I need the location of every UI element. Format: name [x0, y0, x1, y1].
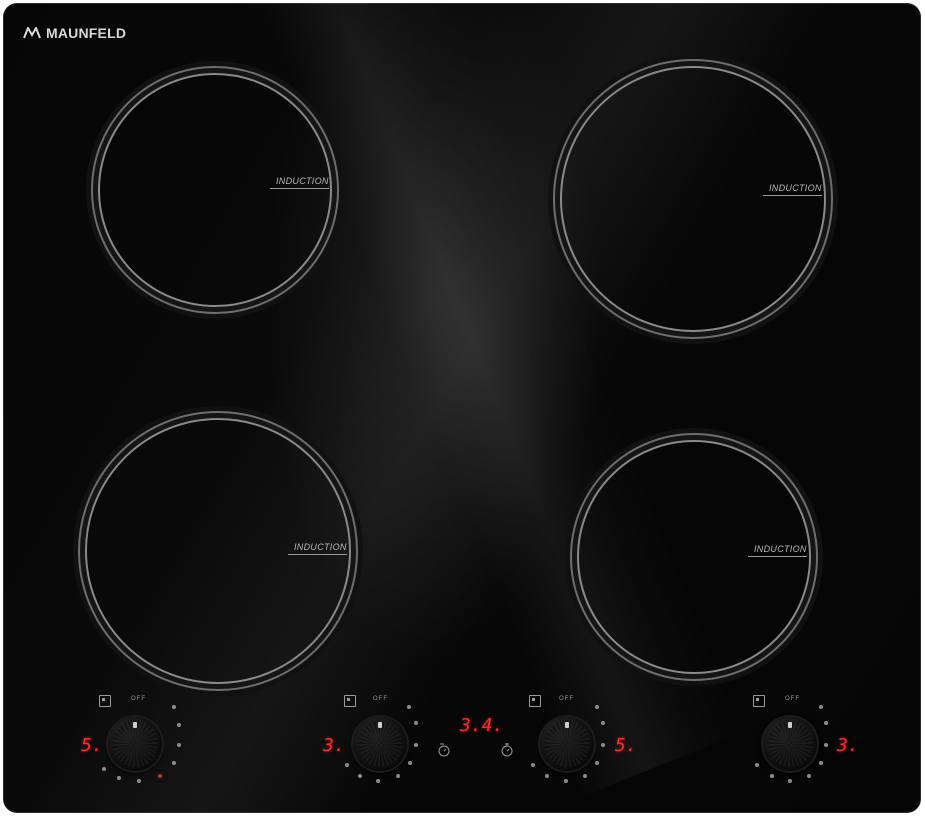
- zone-label-rear-left: INDUCTION: [270, 176, 329, 189]
- power-knob-rear-right[interactable]: [540, 717, 594, 771]
- cooking-zone-front-right[interactable]: [570, 433, 818, 681]
- power-display-rear-left: 3.: [323, 735, 345, 756]
- power-knob-rear-left[interactable]: [353, 717, 407, 771]
- control-rear-right: OFF 5.: [503, 691, 637, 791]
- zone-label-front-left: INDUCTION: [288, 542, 347, 555]
- off-label: OFF: [559, 696, 574, 702]
- zone-position-icon: [529, 695, 541, 707]
- brand-name: MAUNFELD: [46, 25, 127, 41]
- off-label: OFF: [373, 696, 388, 702]
- timer-display: 3.4.: [460, 715, 504, 736]
- maunfeld-logo-icon: [23, 27, 41, 39]
- control-rear-left: OFF 3.: [318, 691, 438, 791]
- power-display-front-left: 5.: [81, 735, 103, 756]
- zone-position-icon: [99, 695, 111, 707]
- cooking-zone-rear-right[interactable]: [553, 59, 833, 339]
- cooking-zone-rear-left[interactable]: [91, 66, 339, 314]
- zone-label-front-right: INDUCTION: [748, 544, 807, 557]
- brand-logo: MAUNFELD: [23, 25, 126, 41]
- off-label: OFF: [785, 696, 800, 702]
- timer-minus-icon[interactable]: [437, 743, 451, 757]
- power-display-rear-right: 5.: [615, 735, 637, 756]
- cooktop-panel: MAUNFELD INDUCTION INDUCTION INDUCTION I…: [3, 3, 921, 813]
- control-front-left: OFF 5.: [73, 691, 193, 791]
- power-knob-front-right[interactable]: [763, 717, 817, 771]
- power-display-front-right: 3.: [837, 735, 859, 756]
- zone-label-rear-right: INDUCTION: [763, 183, 822, 196]
- zone-position-icon: [344, 695, 356, 707]
- zone-position-icon: [753, 695, 765, 707]
- power-knob-front-left[interactable]: [108, 717, 162, 771]
- off-label: OFF: [131, 696, 146, 702]
- control-front-right: OFF 3.: [723, 691, 859, 791]
